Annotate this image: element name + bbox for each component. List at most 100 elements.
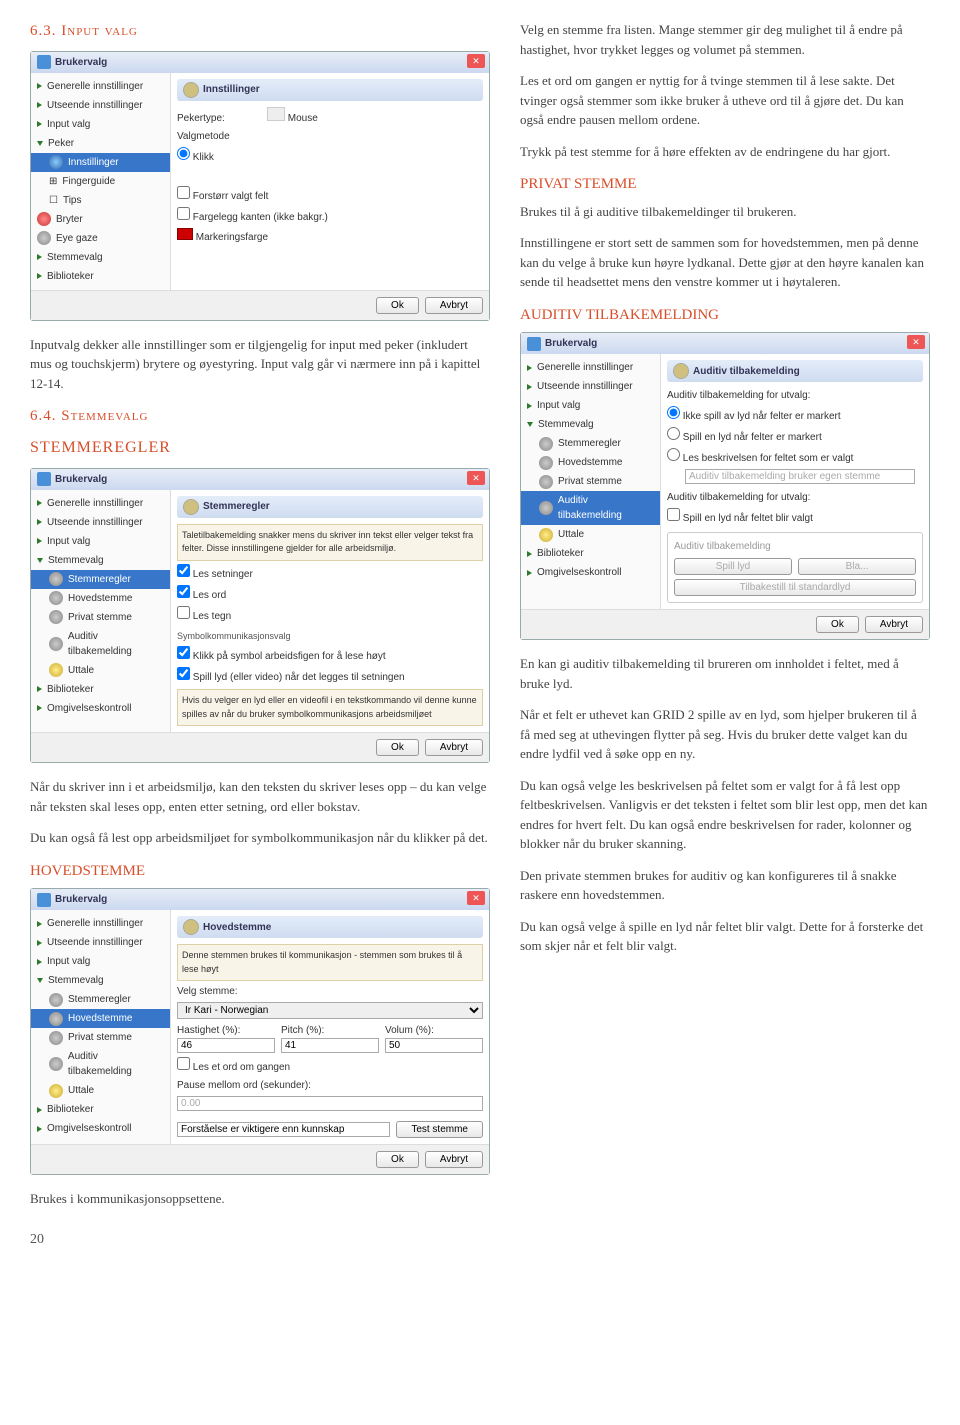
side-hovedstemme[interactable]: Hovedstemme xyxy=(31,589,170,608)
side-hovedstemme[interactable]: Hovedstemme xyxy=(521,453,660,472)
side-generelle[interactable]: Generelle innstillinger xyxy=(31,494,170,513)
window-stemmeregler: Brukervalg ✕ Generelle innstillinger Uts… xyxy=(30,468,490,764)
side-input[interactable]: Input valg xyxy=(31,532,170,551)
check-forstorr[interactable]: Forstørr valgt felt xyxy=(177,186,483,204)
check-les-ordgang[interactable]: Les et ord om gangen xyxy=(177,1057,483,1075)
label-pause: Pause mellom ord (sekunder): xyxy=(177,1080,311,1091)
input-pause[interactable] xyxy=(177,1096,483,1111)
side-omgiv[interactable]: Omgivelseskontroll xyxy=(31,699,170,718)
check-sym1[interactable]: Klikk på symbol arbeidsfigen for å lese … xyxy=(177,646,483,664)
select-stemme[interactable]: Ir Kari - Norwegian xyxy=(177,1002,483,1019)
panel-head: Innstillinger xyxy=(177,79,483,101)
mouse-text: Mouse xyxy=(288,113,318,124)
side-uttale[interactable]: Uttale xyxy=(31,1081,170,1100)
color-swatch[interactable] xyxy=(177,228,193,240)
side-biblioteker[interactable]: Biblioteker xyxy=(31,680,170,699)
ok-button[interactable]: Ok xyxy=(376,739,419,756)
para-r6: En kan gi auditiv tilbakemelding til bru… xyxy=(520,654,930,693)
side-stemmeregler[interactable]: Stemmeregler xyxy=(31,570,170,589)
radio-klikk[interactable]: Klikk xyxy=(177,147,483,165)
side-utseende[interactable]: Utseende innstillinger xyxy=(31,513,170,532)
side-innstillinger[interactable]: Innstillinger xyxy=(31,153,170,172)
sym-heading: Symbolkommunikasjonsvalg xyxy=(177,630,483,644)
cancel-button[interactable]: Avbryt xyxy=(425,1151,483,1168)
close-icon[interactable]: ✕ xyxy=(467,471,485,485)
side-auditiv[interactable]: Auditiv tilbakemelding xyxy=(31,627,170,661)
sidebar: Generelle innstillinger Utseende innstil… xyxy=(31,910,171,1144)
side-omgiv[interactable]: Omgivelseskontroll xyxy=(31,1119,170,1138)
side-eyegaze[interactable]: Eye gaze xyxy=(31,229,170,248)
input-test-text[interactable] xyxy=(177,1122,390,1137)
side-generelle[interactable]: Generelle innstillinger xyxy=(31,77,170,96)
side-utseende[interactable]: Utseende innstillinger xyxy=(521,377,660,396)
input-pitch[interactable] xyxy=(281,1038,379,1053)
side-stemmevalg[interactable]: Stemmevalg xyxy=(521,415,660,434)
side-auditiv[interactable]: Auditiv tilbakemelding xyxy=(521,491,660,525)
window-hovedstemme: Brukervalg ✕ Generelle innstillinger Uts… xyxy=(30,888,490,1175)
heading-hovedstemme: HOVEDSTEMME xyxy=(30,860,490,883)
check-spill-valgt[interactable]: Spill en lyd når feltet blir valgt xyxy=(667,508,923,526)
ok-button[interactable]: Ok xyxy=(376,1151,419,1168)
input-volum[interactable] xyxy=(385,1038,483,1053)
radio-spill-lyd[interactable]: Spill en lyd når felter er markert xyxy=(667,427,923,445)
close-icon[interactable]: ✕ xyxy=(907,335,925,349)
cancel-button[interactable]: Avbryt xyxy=(865,616,923,633)
side-privat[interactable]: Privat stemme xyxy=(31,1028,170,1047)
ok-button[interactable]: Ok xyxy=(816,616,859,633)
side-stemmevalg[interactable]: Stemmevalg xyxy=(31,248,170,267)
side-stemmeregler[interactable]: Stemmeregler xyxy=(31,990,170,1009)
side-biblioteker[interactable]: Biblioteker xyxy=(31,1100,170,1119)
side-hovedstemme[interactable]: Hovedstemme xyxy=(31,1009,170,1028)
cancel-button[interactable]: Avbryt xyxy=(425,739,483,756)
side-stemmeregler[interactable]: Stemmeregler xyxy=(521,434,660,453)
para-s64-2: Du kan også få lest opp arbeidsmiljøet f… xyxy=(30,828,490,848)
mouse-icon xyxy=(267,107,285,121)
sidebar: Generelle innstillinger Utseende innstil… xyxy=(521,354,661,609)
ok-button[interactable]: Ok xyxy=(376,297,419,314)
side-omgiv[interactable]: Omgivelseskontroll xyxy=(521,563,660,582)
bla-button[interactable]: Bla... xyxy=(798,558,916,575)
side-stemmevalg[interactable]: Stemmevalg xyxy=(31,551,170,570)
side-privat[interactable]: Privat stemme xyxy=(521,472,660,491)
side-tips[interactable]: ☐ Tips xyxy=(31,191,170,210)
side-uttale[interactable]: Uttale xyxy=(31,661,170,680)
check-sym2[interactable]: Spill lyd (eller video) når det legges t… xyxy=(177,667,483,685)
side-utseende[interactable]: Utseende innstillinger xyxy=(31,933,170,952)
side-stemmevalg[interactable]: Stemmevalg xyxy=(31,971,170,990)
label-pekertype: Pekertype: xyxy=(177,111,267,126)
side-peker[interactable]: Peker xyxy=(31,134,170,153)
side-privat[interactable]: Privat stemme xyxy=(31,608,170,627)
para-r2: Les et ord om gangen er nyttig for å tvi… xyxy=(520,71,930,130)
window-title: Brukervalg xyxy=(31,52,489,73)
check-fargelegg[interactable]: Fargelegg kanten (ikke bakgr.) xyxy=(177,207,483,225)
side-fingerguide[interactable]: ⊞ Fingerguide xyxy=(31,172,170,191)
check-les-tegn[interactable]: Les tegn xyxy=(177,606,483,624)
side-biblioteker[interactable]: Biblioteker xyxy=(31,267,170,286)
radio-les-beskrivelse[interactable]: Les beskrivelsen for feltet som er valgt xyxy=(667,448,923,466)
spill-lyd-button[interactable]: Spill lyd xyxy=(674,558,792,575)
side-bryter[interactable]: Bryter xyxy=(31,210,170,229)
side-utseende[interactable]: Utseende innstillinger xyxy=(31,96,170,115)
test-stemme-button[interactable]: Test stemme xyxy=(396,1121,483,1138)
close-icon[interactable]: ✕ xyxy=(467,54,485,68)
group2-label: Auditiv tilbakemelding for utvalg: xyxy=(667,490,923,505)
input-hastighet[interactable] xyxy=(177,1038,275,1053)
side-input[interactable]: Input valg xyxy=(31,952,170,971)
label-pitch: Pitch (%): xyxy=(281,1023,379,1038)
side-uttale[interactable]: Uttale xyxy=(521,525,660,544)
side-generelle[interactable]: Generelle innstillinger xyxy=(521,358,660,377)
sidebar: Generelle innstillinger Utseende innstil… xyxy=(31,73,171,290)
side-input[interactable]: Input valg xyxy=(31,115,170,134)
check-les-setninger[interactable]: Les setninger xyxy=(177,564,483,582)
check-les-ord[interactable]: Les ord xyxy=(177,585,483,603)
side-input[interactable]: Input valg xyxy=(521,396,660,415)
radio-ikke-spill[interactable]: Ikke spill av lyd når felter er markert xyxy=(667,406,923,424)
side-generelle[interactable]: Generelle innstillinger xyxy=(31,914,170,933)
cancel-button[interactable]: Avbryt xyxy=(425,297,483,314)
input-hint[interactable] xyxy=(685,469,915,484)
tilbakestill-button[interactable]: Tilbakestill til standardlyd xyxy=(674,579,916,596)
close-icon[interactable]: ✕ xyxy=(467,891,485,905)
side-biblioteker[interactable]: Biblioteker xyxy=(521,544,660,563)
para-r7: Når et felt er uthevet kan GRID 2 spille… xyxy=(520,705,930,764)
side-auditiv[interactable]: Auditiv tilbakemelding xyxy=(31,1047,170,1081)
